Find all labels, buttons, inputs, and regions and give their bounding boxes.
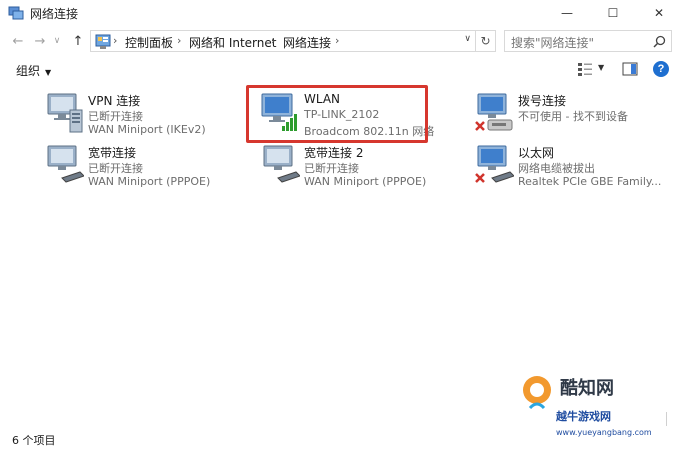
connection-name: 拨号连接 — [518, 94, 567, 108]
dialup-icon — [475, 93, 513, 131]
help-icon[interactable]: ? — [653, 61, 669, 77]
search-input[interactable]: 搜索"网络连接" — [511, 34, 594, 51]
vpn-icon — [47, 93, 83, 133]
connection-item-broadband-2[interactable]: 宽带连接 2 已断开连接 WAN Miniport (PPPOE) — [260, 142, 460, 190]
watermark-site-name: 酷知网 — [560, 378, 614, 399]
connection-name: VPN 连接 — [88, 94, 141, 108]
search-box[interactable]: 搜索"网络连接" — [504, 30, 672, 52]
ethernet-icon — [475, 145, 514, 183]
close-button[interactable]: ✕ — [636, 0, 682, 26]
breadcrumb-separator[interactable]: › — [177, 34, 181, 47]
connection-device: WAN Miniport (PPPOE) — [88, 175, 211, 188]
maximize-button[interactable]: ☐ — [590, 0, 636, 26]
broadband-icon — [47, 145, 84, 183]
address-bar-row: ← → ∨ ↑ › 控制面板 › 网络和 Internet › 网络连接 › ∨… — [0, 26, 682, 56]
connection-status: 已断开连接 — [88, 162, 143, 175]
title-bar: 网络连接 — ☐ ✕ — [0, 0, 682, 26]
watermark-logo-icon — [523, 376, 551, 410]
view-options-chevron-icon[interactable]: ▼ — [598, 63, 604, 72]
connection-item-broadband[interactable]: 宽带连接 已断开连接 WAN Miniport (PPPOE) — [44, 142, 244, 190]
connection-item-dialup[interactable]: 拨号连接 不可使用 - 找不到设备 — [474, 90, 674, 138]
up-button[interactable]: ↑ — [68, 32, 88, 50]
breadcrumb-network-connections[interactable]: 网络连接 — [283, 34, 331, 51]
connection-name: 以太网 — [518, 146, 555, 160]
connection-device: WAN Miniport (IKEv2) — [88, 123, 206, 136]
network-connections-icon — [8, 6, 24, 20]
address-dropdown-button[interactable]: ∨ — [464, 34, 471, 44]
command-bar: 组织 ▼ ▼ ? — [0, 58, 682, 82]
connection-name: 宽带连接 2 — [304, 146, 364, 160]
breadcrumb-network-internet[interactable]: 网络和 Internet — [189, 34, 276, 51]
watermark-url: www.yueyangbang.com — [556, 428, 652, 437]
watermark-secondary-name: 越牛游戏网 — [556, 410, 611, 423]
search-icon[interactable] — [653, 35, 666, 48]
preview-pane-icon[interactable] — [622, 62, 638, 77]
organize-label: 组织 — [16, 64, 41, 78]
connection-status: 已断开连接 — [304, 162, 359, 175]
connection-name: 宽带连接 — [88, 146, 137, 160]
breadcrumb-control-panel[interactable]: 控制面板 — [125, 34, 173, 51]
connection-item-ethernet[interactable]: 以太网 网络电缆被拔出 Realtek PCIe GBE Family... — [474, 142, 674, 190]
window-title: 网络连接 — [30, 7, 79, 21]
recent-locations-button[interactable]: ∨ — [50, 32, 64, 50]
refresh-button[interactable]: ↻ — [476, 30, 496, 52]
minimize-button[interactable]: — — [544, 0, 590, 26]
back-button[interactable]: ← — [8, 32, 28, 50]
organize-button[interactable]: 组织 ▼ — [16, 62, 51, 79]
item-count: 6 个项目 — [12, 434, 56, 447]
change-view-icon[interactable] — [577, 62, 593, 77]
broadband-icon — [263, 145, 300, 183]
connection-device: Realtek PCIe GBE Family... — [518, 175, 662, 188]
connection-item-vpn[interactable]: VPN 连接 已断开连接 WAN Miniport (IKEv2) — [44, 90, 244, 138]
selection-highlight — [246, 85, 428, 143]
connection-status: 已断开连接 — [88, 110, 143, 123]
breadcrumb-separator[interactable]: › — [335, 34, 339, 47]
connection-device: WAN Miniport (PPPOE) — [304, 175, 427, 188]
connection-status: 不可使用 - 找不到设备 — [518, 110, 628, 123]
control-panel-icon — [95, 34, 111, 49]
address-field[interactable]: › 控制面板 › 网络和 Internet › 网络连接 › ∨ — [90, 30, 476, 52]
forward-button[interactable]: → — [30, 32, 50, 50]
chevron-down-icon: ▼ — [45, 68, 52, 77]
watermark: 酷知网 越牛游戏网 www.yueyangbang.com — [520, 372, 680, 450]
breadcrumb-separator: › — [113, 34, 118, 47]
breadcrumb-separator[interactable]: › — [271, 34, 275, 47]
connection-status: 网络电缆被拔出 — [518, 162, 595, 175]
